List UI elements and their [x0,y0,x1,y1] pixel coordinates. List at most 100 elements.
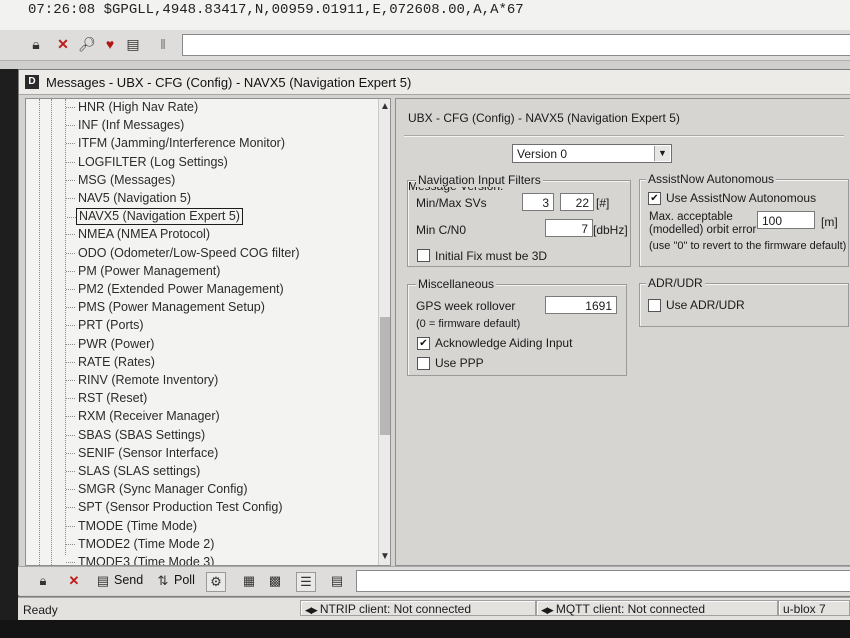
initial-fix-3d-checkbox[interactable] [417,249,430,262]
ntrip-status-text: NTRIP client: Not connected [319,602,472,616]
use-assistnow-label: Use AssistNow Autonomous [666,191,817,205]
poll-icon[interactable]: ⇅ [154,572,172,590]
toolbar-gap [0,61,850,69]
main-toolbar: 🔒︎ ✕ 🔎︎ ♥ ▤ ‖ [0,30,850,61]
use-adr-udr-label: Use ADR/UDR [666,298,745,312]
save-config-icon[interactable]: ▩ [266,572,284,590]
max-orbit-label-2: (modelled) orbit error [649,224,757,236]
list-view-icon[interactable]: ☰ [296,572,316,592]
tree-item[interactable]: TMODE3 (Time Mode 3) [65,554,216,565]
lock-icon[interactable]: 🔒︎ [34,572,52,590]
window-title: Messages - UBX - CFG (Config) - NAVX5 (N… [46,75,412,90]
tree-item[interactable]: NAVX5 (Navigation Expert 5) [67,208,243,226]
tree-guide-line [51,99,52,565]
nav-filters-title: Navigation Input Filters [416,173,543,187]
tree-item[interactable]: RINV (Remote Inventory) [65,372,220,389]
tree-item[interactable]: RST (Reset) [65,390,149,407]
tree-item[interactable]: SMGR (Sync Manager Config) [66,481,250,498]
message-version-value: Version 0 [517,147,568,161]
misc-title: Miscellaneous [416,277,497,291]
message-tree: HNR (High Nav Rate) INF (Inf Messages) ITF… [25,98,391,566]
connection-icon: ◀▶ [541,605,554,615]
use-ppp-checkbox[interactable] [417,357,430,370]
tree-item[interactable]: PMS (Power Management Setup) [66,299,267,316]
heart-icon[interactable]: ♥ [101,35,119,53]
use-adr-udr-checkbox[interactable] [648,299,661,312]
app-logo-icon: D [25,75,39,89]
ntrip-status: ◀▶ NTRIP client: Not connected [300,600,536,616]
divider [404,135,844,137]
tree-item[interactable]: PRT (Ports) [66,317,146,334]
close-icon[interactable]: ✕ [65,572,83,590]
tree-scrollbar[interactable]: ▲ ▼ [378,99,390,565]
tree-item[interactable]: TMODE (Time Mode) [66,518,199,535]
settings-icon[interactable]: ⚙ [206,572,226,592]
max-orbit-field[interactable]: 100 [757,211,815,229]
scroll-up-icon[interactable]: ▲ [379,101,390,113]
tree-item[interactable]: TMODE2 (Time Mode 2) [65,536,216,553]
tree-item[interactable]: SPT (Sensor Production Test Config) [66,499,285,516]
mqtt-status: ◀▶ MQTT client: Not connected [536,600,778,616]
tree-item[interactable]: MSG (Messages) [65,172,177,189]
lock-icon[interactable]: 🔒︎ [27,35,45,53]
poll-button[interactable]: Poll [174,573,195,587]
status-ready: Ready [23,603,58,617]
print-icon[interactable]: ▤ [124,35,142,53]
tree-item[interactable]: PM2 (Extended Power Management) [66,281,286,298]
cno-unit: [dbHz] [593,223,628,237]
gps-week-note: (0 = firmware default) [416,318,521,330]
tree-item[interactable]: SENIF (Sensor Interface) [65,445,220,462]
close-icon[interactable]: ✕ [54,35,72,53]
gps-week-field[interactable]: 1691 [545,296,617,314]
ack-aiding-label: Acknowledge Aiding Input [435,336,573,350]
scroll-down-icon[interactable]: ▼ [379,551,390,563]
config-title: UBX - CFG (Config) - NAVX5 (Navigation E… [408,111,680,125]
min-svs-field[interactable]: 3 [522,193,554,211]
tree-guide-line [39,99,40,565]
max-orbit-label: Max. acceptable [649,211,733,223]
message-version-select[interactable]: Version 0 ▼ [512,144,672,163]
tree-item[interactable]: NAV5 (Navigation 5) [65,190,193,207]
scroll-thumb[interactable] [380,317,390,435]
tree-item[interactable]: NMEA (NMEA Protocol) [66,226,212,243]
min-cno-field[interactable]: 7 [545,219,593,237]
tree-item[interactable]: ITFM (Jamming/Interference Monitor) [66,135,287,152]
misc-group: Miscellaneous GPS week rollover 1691 (0 … [407,277,627,376]
status-bar: Ready ◀▶ NTRIP client: Not connected ◀▶ MQ… [18,597,850,620]
monitor-bezel [0,620,850,638]
send-button[interactable]: Send [114,573,143,587]
svs-unit: [#] [596,196,610,210]
nmea-sentence: 07:26:08 $GPGLL,4948.83417,N,00959.01911… [28,2,524,18]
tree-item[interactable]: RXM (Receiver Manager) [66,408,222,425]
use-assistnow-checkbox[interactable]: ✔ [648,192,661,205]
min-max-svs-label: Min/Max SVs [416,196,487,210]
tree-item[interactable]: PM (Power Management) [65,263,222,280]
tree-item[interactable]: SLAS (SLAS settings) [65,463,202,480]
command-input[interactable] [182,34,850,56]
load-config-icon[interactable]: ▦ [240,572,258,590]
gps-week-label: GPS week rollover [416,299,516,313]
nmea-output-bar: 07:26:08 $GPGLL,4948.83417,N,00959.01911… [0,0,850,31]
pause-icon[interactable]: ‖ [154,35,172,53]
ack-aiding-checkbox[interactable]: ✔ [417,337,430,350]
message-input[interactable] [356,570,850,592]
min-cno-label: Min C/N0 [416,223,467,237]
max-svs-field[interactable]: 22 [560,193,594,211]
use-ppp-label: Use PPP [435,356,484,370]
assistnow-note: (use "0" to revert to the firmware defau… [649,240,847,252]
tree-item[interactable]: INF (Inf Messages) [65,117,186,134]
assistnow-group: AssistNow Autonomous ✔ Use AssistNow Aut… [639,172,849,267]
tree-branch-line [65,99,66,555]
print-icon[interactable]: ▤ [328,572,346,590]
tree-item[interactable]: SBAS (SBAS Settings) [65,427,207,444]
tree-item[interactable]: LOGFILTER (Log Settings) [66,154,230,171]
poll-connection-icon[interactable]: 🔎︎ [78,35,96,53]
chevron-down-icon[interactable]: ▼ [654,146,670,161]
tree-item[interactable]: HNR (High Nav Rate) [65,99,200,116]
tree-item[interactable]: ODO (Odometer/Low-Speed COG filter) [66,245,302,262]
connection-icon: ◀▶ [305,605,318,615]
message-toolbar: 🔒︎ ✕ ▤ Send ⇅ Poll ⚙ ▦ ▩ ☰ ▤ [18,566,850,595]
tree-item[interactable]: PWR (Power) [65,336,156,353]
send-icon[interactable]: ▤ [94,572,112,590]
tree-item[interactable]: RATE (Rates) [66,354,157,371]
